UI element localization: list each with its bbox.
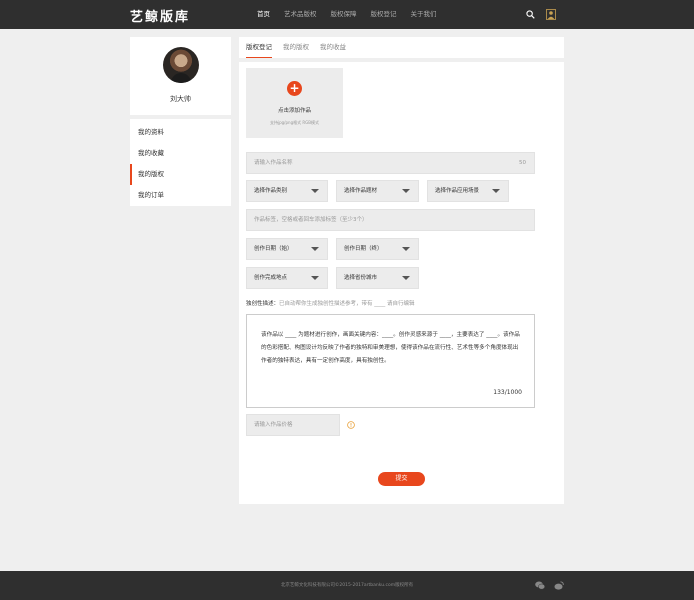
scene-select-label: 选择作品应用场景	[435, 188, 480, 194]
sidebar-item-my-orders[interactable]: 我的订单	[130, 185, 231, 206]
sidebar-item-my-copyright[interactable]: 我的版权	[130, 164, 231, 185]
chevron-down-icon	[402, 247, 410, 251]
tab-my-earnings[interactable]: 我的收益	[320, 37, 346, 58]
originality-hint: 已自动帮你生成独创性描述参考，带有 ____ 请自行编辑	[279, 301, 415, 307]
city-select-label: 选择省份城市	[344, 275, 378, 281]
search-icon[interactable]	[526, 10, 535, 19]
chevron-down-icon	[402, 189, 410, 193]
footer: 北京艺鲸文化科技有限公司©2015-2017artbanku.com版权所有	[0, 571, 694, 600]
category-select-label: 选择作品类别	[254, 188, 288, 194]
end-date-label: 创作日期（终）	[344, 246, 383, 252]
registration-form: + 点击添加作品 支持jpg/png格式 RGB模式 请输入作品名称 50 选择…	[239, 62, 564, 504]
upload-artwork-area[interactable]: + 点击添加作品 支持jpg/png格式 RGB模式	[246, 68, 343, 138]
top-navbar: 艺鲸版库 首页 艺术品版权 版权保障 版权登记 关于我们	[0, 0, 694, 29]
location-select-label: 创作完成地点	[254, 275, 288, 281]
originality-title: 独创性描述：	[246, 301, 280, 307]
category-select[interactable]: 选择作品类别	[246, 180, 328, 202]
profile-card: 刘大帅	[130, 37, 231, 115]
sidebar-item-my-profile[interactable]: 我的资料	[130, 122, 231, 143]
plus-icon[interactable]: +	[287, 81, 302, 96]
sidebar-menu: 我的资料 我的收藏 我的版权 我的订单	[130, 119, 231, 206]
nav-item-about-us[interactable]: 关于我们	[404, 0, 444, 29]
tab-my-copyright[interactable]: 我的版权	[283, 37, 309, 58]
main-nav: 首页 艺术品版权 版权保障 版权登记 关于我们	[250, 0, 444, 29]
upload-hint: 支持jpg/png格式 RGB模式	[269, 120, 320, 125]
location-select[interactable]: 创作完成地点	[246, 267, 328, 289]
originality-text: 该作品以 ____ 为题材进行创作，画面关键内容：____。创作灵感来源于 __…	[261, 332, 520, 364]
site-logo[interactable]: 艺鲸版库	[130, 6, 190, 25]
upload-label: 点击添加作品	[277, 108, 311, 114]
warning-icon[interactable]	[347, 421, 355, 429]
chevron-down-icon	[311, 247, 319, 251]
originality-label: 独创性描述：已自动帮你生成独创性描述参考，带有 ____ 请自行编辑	[246, 299, 415, 307]
artwork-name-limit: 50	[519, 160, 526, 166]
user-icon[interactable]	[546, 9, 556, 20]
scene-select[interactable]: 选择作品应用场景	[427, 180, 509, 202]
city-select[interactable]: 选择省份城市	[336, 267, 419, 289]
nav-item-copyright-registration[interactable]: 版权登记	[364, 0, 404, 29]
tags-input[interactable]: 作品标签，空格或者回车添加标签（至少3个）	[246, 209, 535, 231]
price-placeholder: 请输入作品价格	[254, 422, 293, 428]
chevron-down-icon	[311, 276, 319, 280]
tab-bar: 版权登记 我的版权 我的收益	[239, 37, 564, 58]
chevron-down-icon	[492, 189, 500, 193]
originality-textarea[interactable]: 该作品以 ____ 为题材进行创作，画面关键内容：____。创作灵感来源于 __…	[246, 314, 535, 408]
nav-item-copyright-protection[interactable]: 版权保障	[324, 0, 364, 29]
tags-placeholder: 作品标签，空格或者回车添加标签（至少3个）	[254, 217, 368, 223]
artwork-name-placeholder: 请输入作品名称	[254, 160, 293, 166]
chevron-down-icon	[402, 276, 410, 280]
chevron-down-icon	[311, 189, 319, 193]
wechat-icon[interactable]	[535, 581, 545, 590]
tab-copyright-registration[interactable]: 版权登记	[246, 37, 272, 58]
avatar[interactable]	[163, 47, 199, 83]
subject-select-label: 选择作品题材	[344, 188, 378, 194]
copyright-text: 北京艺鲸文化科技有限公司©2015-2017artbanku.com版权所有	[280, 583, 414, 588]
end-date-select[interactable]: 创作日期（终）	[336, 238, 419, 260]
start-date-select[interactable]: 创作日期（始）	[246, 238, 328, 260]
artwork-name-input[interactable]: 请输入作品名称 50	[246, 152, 535, 174]
sidebar-item-my-favorites[interactable]: 我的收藏	[130, 143, 231, 164]
originality-char-count: 133/1000	[493, 389, 522, 396]
nav-item-home[interactable]: 首页	[250, 0, 277, 29]
start-date-label: 创作日期（始）	[254, 246, 293, 252]
price-input[interactable]: 请输入作品价格	[246, 414, 340, 436]
subject-select[interactable]: 选择作品题材	[336, 180, 419, 202]
submit-button[interactable]: 提交	[378, 472, 425, 486]
weibo-icon[interactable]	[554, 581, 564, 590]
username: 刘大帅	[170, 95, 191, 103]
nav-item-art-copyright[interactable]: 艺术品版权	[277, 0, 324, 29]
